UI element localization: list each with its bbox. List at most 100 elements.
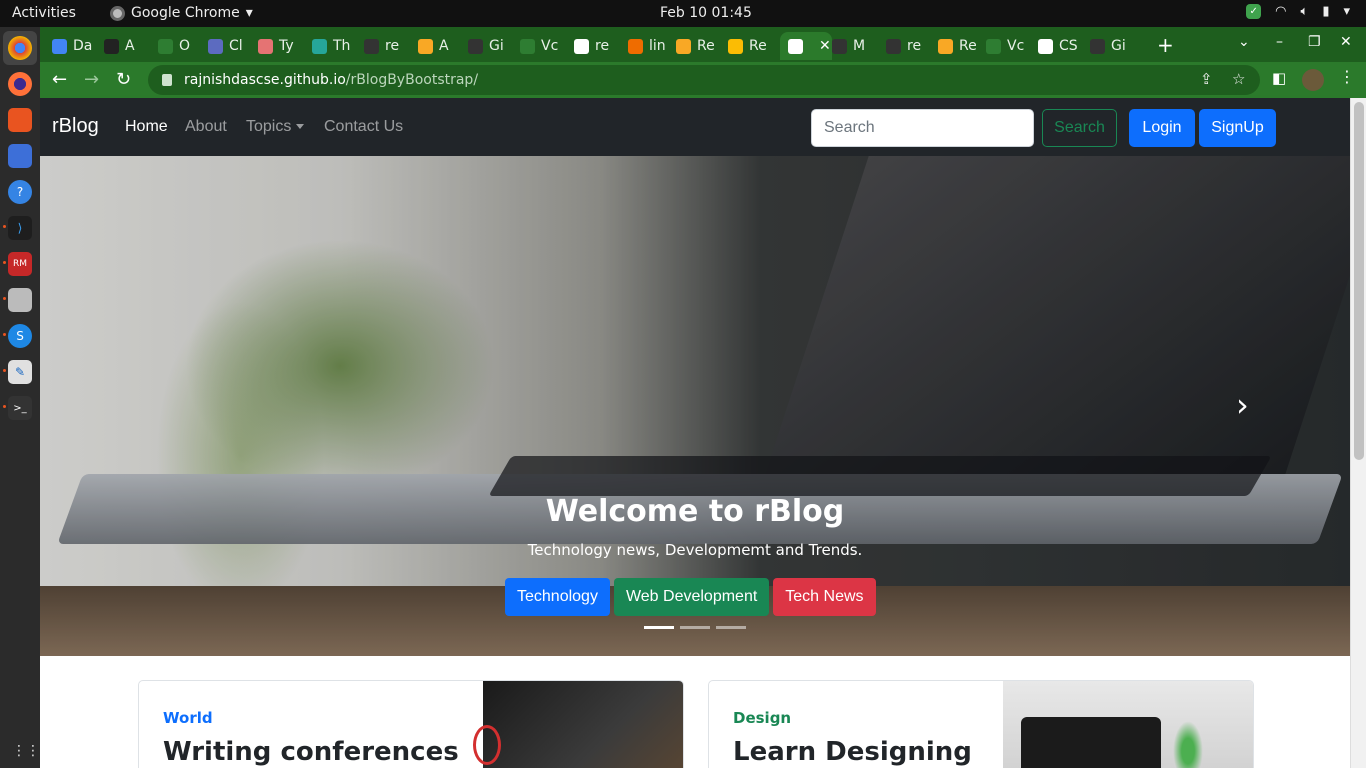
bookmark-star-icon[interactable]: ☆ xyxy=(1232,70,1245,88)
tab-search-icon[interactable]: ⌄ xyxy=(1238,34,1250,50)
browser-tab[interactable]: Cl xyxy=(208,32,254,60)
share-icon[interactable]: ⇪ xyxy=(1200,70,1213,88)
site-navbar: rBlog Home About Topics Contact Us Searc… xyxy=(40,98,1350,156)
side-panel-icon[interactable]: ◧ xyxy=(1272,69,1286,87)
browser-tab[interactable]: Re xyxy=(676,32,722,60)
hero-carousel: › Welcome to rBlog Technology news, Deve… xyxy=(40,156,1350,656)
dock: ? ⟩ RM S ✎ >_ ⋮⋮⋮ xyxy=(0,27,54,768)
activities-button[interactable]: Activities xyxy=(12,5,76,21)
browser-tab[interactable]: CS xyxy=(1038,32,1084,60)
page-scrollbar[interactable] xyxy=(1350,98,1366,768)
address-bar[interactable]: rajnishdascse.github.io/rBlogByBootstrap… xyxy=(148,65,1260,95)
restore-button[interactable]: ❐ xyxy=(1308,34,1321,50)
new-tab-button[interactable]: + xyxy=(1157,33,1174,57)
browser-tab[interactable]: A xyxy=(104,32,150,60)
system-top-bar: Activities Google Chrome ▾ Feb 10 01:45 … xyxy=(0,0,1366,27)
site-brand[interactable]: rBlog xyxy=(52,115,99,138)
minimize-button[interactable]: – xyxy=(1276,34,1283,50)
running-indicator xyxy=(3,369,6,372)
forward-icon[interactable]: → xyxy=(84,69,99,90)
software-center-icon[interactable] xyxy=(8,108,32,132)
browser-tab[interactable]: lin xyxy=(628,32,674,60)
tab-favicon-icon xyxy=(788,38,803,54)
tab-active[interactable]: ✕ xyxy=(780,32,832,60)
signup-button[interactable]: SignUp xyxy=(1199,109,1276,147)
tab-favicon-icon xyxy=(628,38,643,54)
caret-down-icon xyxy=(296,124,305,130)
search-button[interactable]: Search xyxy=(1042,109,1117,147)
close-tab-icon[interactable]: ✕ xyxy=(819,38,831,54)
web-development-button[interactable]: Web Development xyxy=(613,578,770,616)
carousel-indicator-2[interactable] xyxy=(680,626,710,629)
volume-icon: 🔈︎ xyxy=(1300,4,1309,19)
update-shield-icon[interactable]: ✓ xyxy=(1246,4,1262,19)
browser-tab[interactable]: re xyxy=(364,32,410,60)
browser-tab[interactable]: M xyxy=(832,32,878,60)
tab-title: lin xyxy=(649,38,666,54)
card-thumbnail-image xyxy=(1003,681,1253,768)
reload-icon[interactable]: ↻ xyxy=(116,69,131,90)
tab-favicon-icon xyxy=(104,38,119,54)
app-menu[interactable]: Google Chrome ▾ xyxy=(110,5,253,21)
card-category[interactable]: World xyxy=(163,709,213,727)
browser-tab[interactable]: Da xyxy=(52,32,98,60)
browser-tab[interactable]: Re xyxy=(938,32,984,60)
technology-button[interactable]: Technology xyxy=(505,578,610,616)
system-tray[interactable]: ✓ ◠ 🔈︎ ▮ ▾ xyxy=(1246,4,1350,19)
carousel-indicator-1[interactable] xyxy=(644,626,674,629)
browser-tab[interactable]: O xyxy=(158,32,204,60)
nav-about[interactable]: About xyxy=(185,118,227,136)
vscode-icon[interactable]: ⟩ xyxy=(8,216,32,240)
back-icon[interactable]: ← xyxy=(52,69,67,90)
carousel-buttons: Technology Web Development Tech News xyxy=(505,578,876,616)
search-input[interactable] xyxy=(811,109,1034,147)
tab-favicon-icon xyxy=(52,38,67,54)
tab-favicon-icon xyxy=(728,38,743,54)
login-button[interactable]: Login xyxy=(1129,109,1195,147)
profile-avatar[interactable] xyxy=(1302,69,1324,91)
terminal-icon[interactable]: >_ xyxy=(8,396,32,420)
tab-favicon-icon xyxy=(1038,38,1053,54)
clock[interactable]: Feb 10 01:45 xyxy=(660,5,752,21)
plant-image xyxy=(1173,721,1203,768)
tab-title: re xyxy=(595,38,610,54)
browser-tab[interactable]: Ty xyxy=(258,32,304,60)
running-indicator xyxy=(3,297,6,300)
carousel-next-icon[interactable]: › xyxy=(1236,386,1249,424)
card-title: Writing conferences xyxy=(163,737,459,767)
browser-tab[interactable]: Vc xyxy=(986,32,1032,60)
close-window-button[interactable]: ✕ xyxy=(1340,34,1352,50)
tab-favicon-icon xyxy=(468,38,483,54)
tech-news-button[interactable]: Tech News xyxy=(773,578,876,616)
tab-favicon-icon xyxy=(312,38,327,54)
browser-tab[interactable]: re xyxy=(574,32,620,60)
text-editor-icon[interactable] xyxy=(8,144,32,168)
browser-tab[interactable]: A xyxy=(418,32,464,60)
browser-tab[interactable]: Gi xyxy=(468,32,514,60)
firefox-icon[interactable] xyxy=(8,72,32,96)
tab-title: Re xyxy=(959,38,977,54)
tab-title: Re xyxy=(749,38,767,54)
skype-icon[interactable]: S xyxy=(8,324,32,348)
nav-contact[interactable]: Contact Us xyxy=(324,118,403,136)
browser-tab[interactable]: Re xyxy=(728,32,774,60)
app-name: Google Chrome xyxy=(131,5,240,21)
browser-tab[interactable]: re xyxy=(886,32,932,60)
carousel-indicator-3[interactable] xyxy=(716,626,746,629)
lock-icon[interactable] xyxy=(162,74,172,86)
chrome-icon[interactable] xyxy=(8,36,32,60)
browser-tab[interactable]: Vc xyxy=(520,32,566,60)
files-icon[interactable] xyxy=(8,288,32,312)
nav-topics-dropdown[interactable]: Topics xyxy=(246,118,305,136)
card-category[interactable]: Design xyxy=(733,709,791,727)
tab-title: Da xyxy=(73,38,93,54)
scrollbar-thumb[interactable] xyxy=(1354,102,1364,460)
help-icon[interactable]: ? xyxy=(8,180,32,204)
menu-icon[interactable]: ⋮ xyxy=(1339,67,1355,86)
nav-home[interactable]: Home xyxy=(125,118,168,136)
browser-tab[interactable]: Gi xyxy=(1090,32,1136,60)
browser-tab[interactable]: Th xyxy=(312,32,358,60)
chrome-icon xyxy=(110,5,125,21)
rubymine-icon[interactable]: RM xyxy=(8,252,32,276)
notes-icon[interactable]: ✎ xyxy=(8,360,32,384)
